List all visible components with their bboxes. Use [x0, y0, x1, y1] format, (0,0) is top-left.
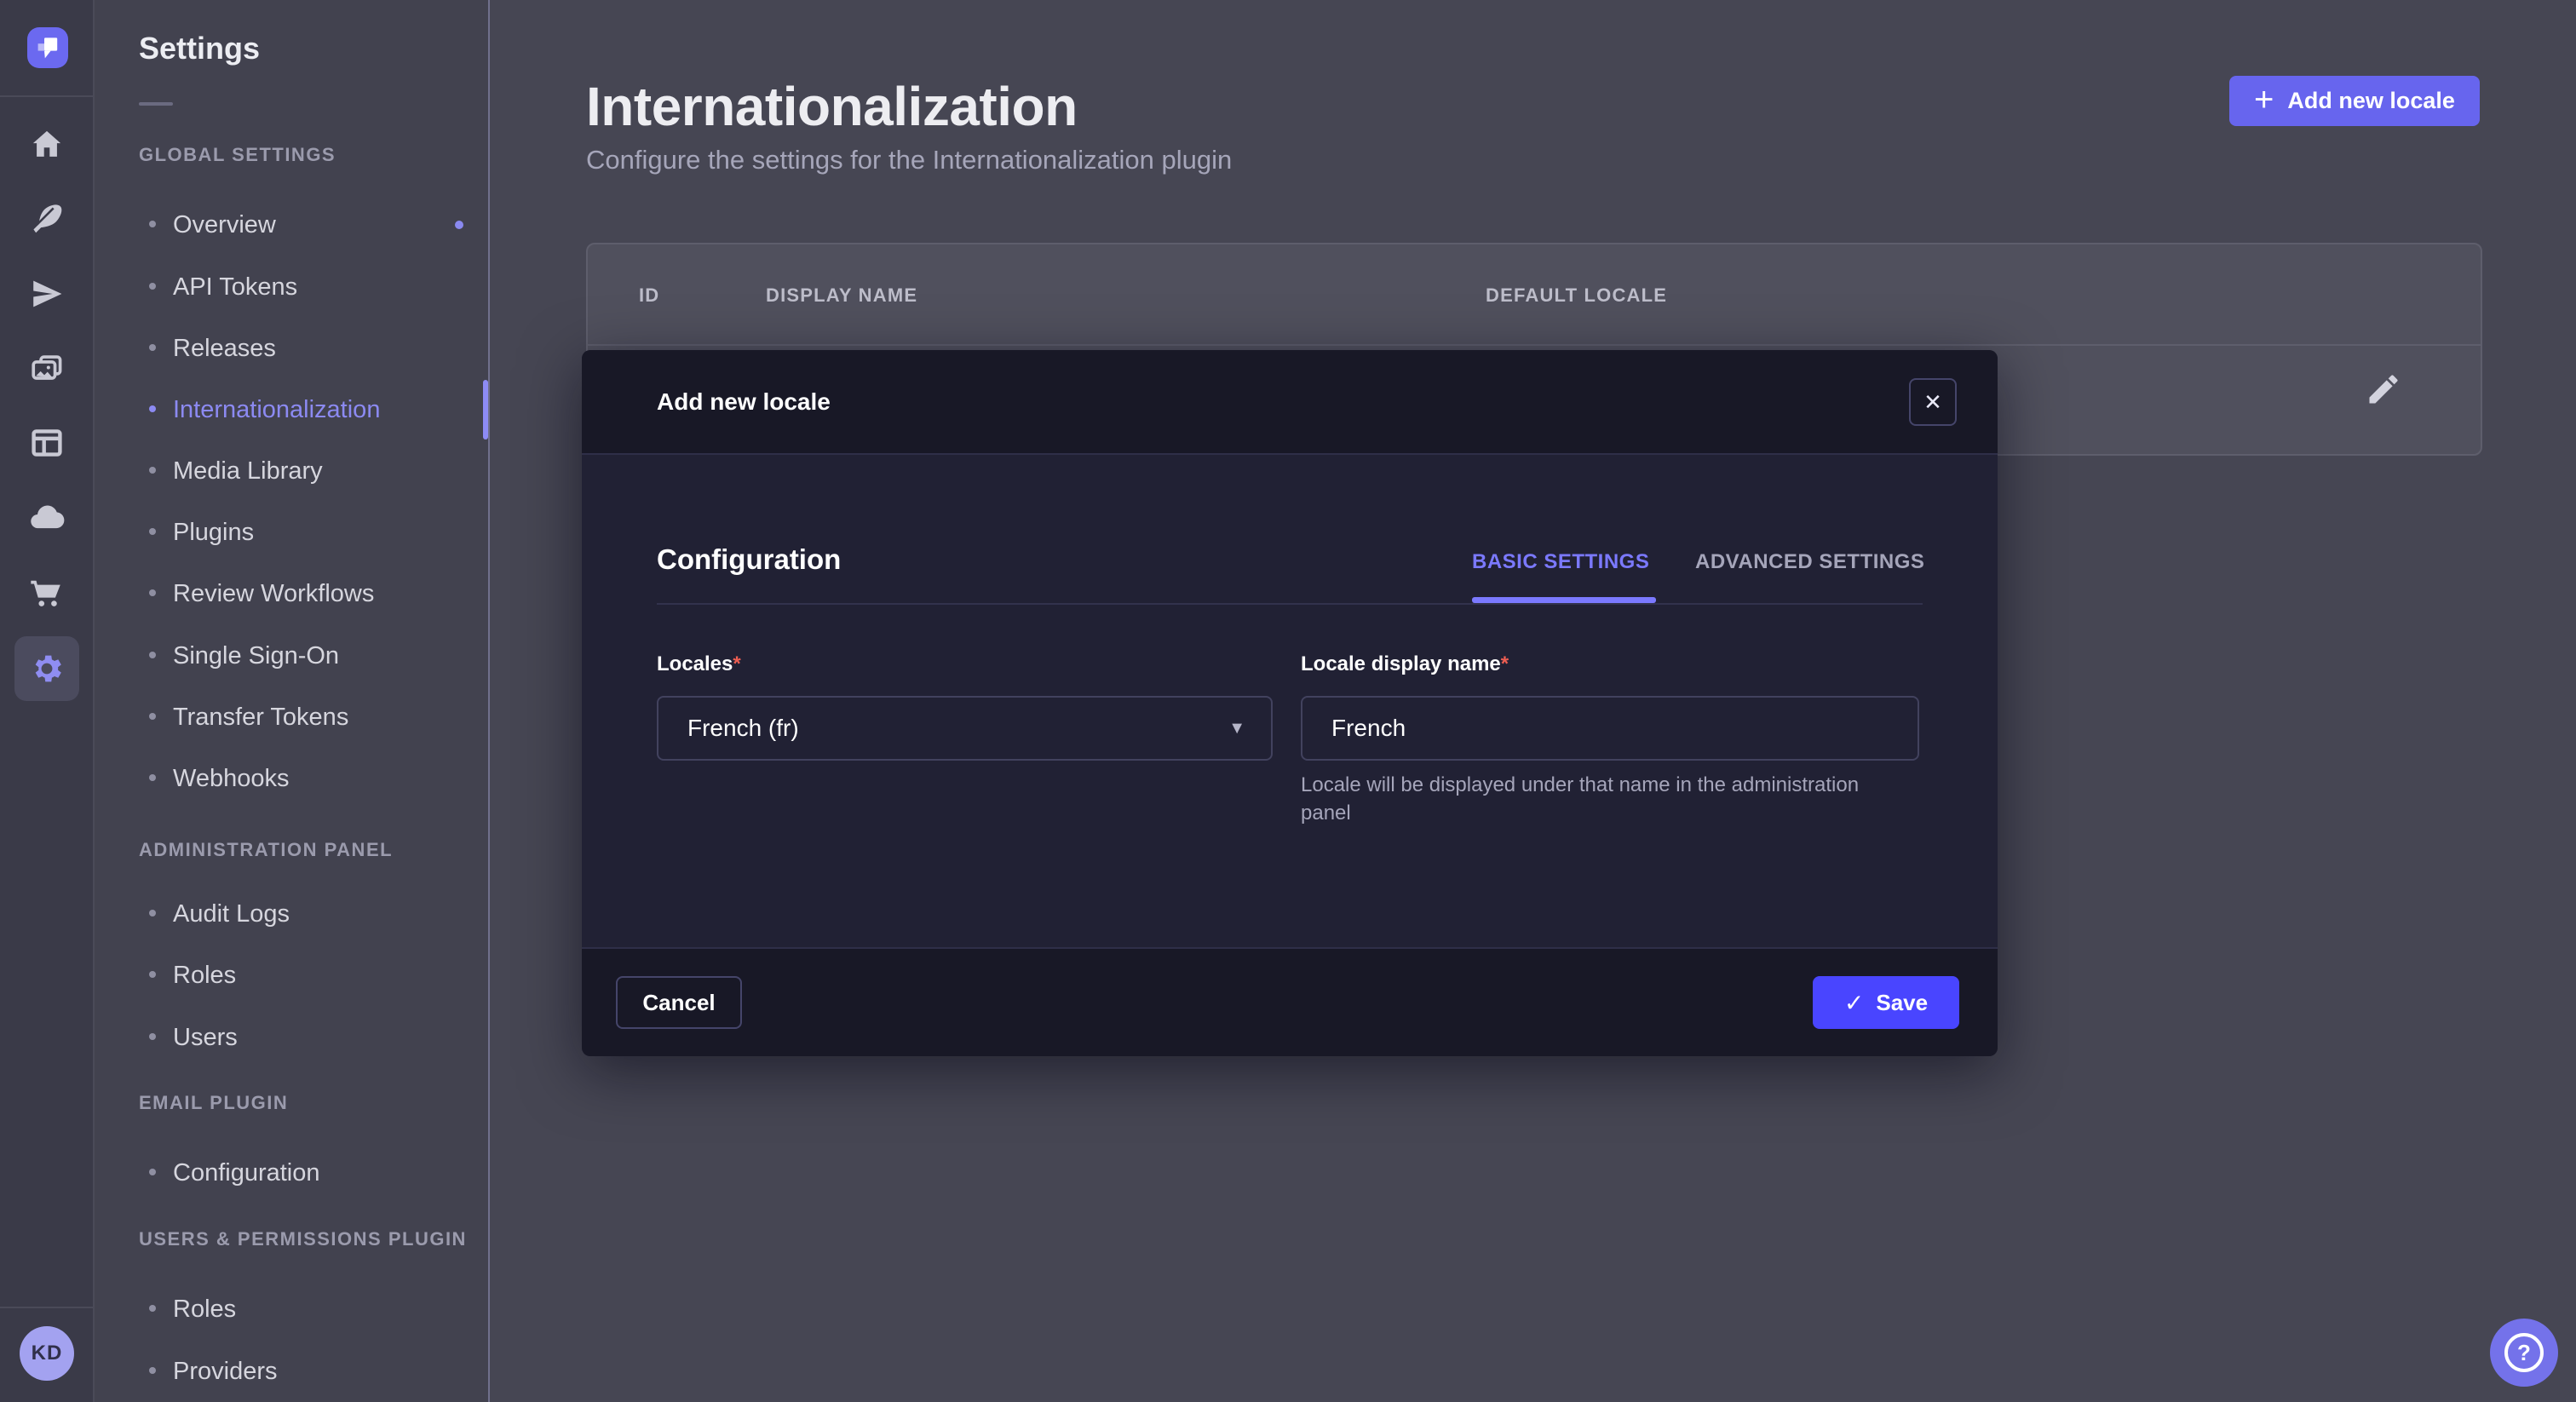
page-subtitle: Configure the settings for the Internati…: [586, 145, 1232, 175]
display-name-label: Locale display name*: [1301, 652, 1509, 676]
bullet-icon: [149, 589, 156, 596]
bullet-icon: [149, 1169, 156, 1175]
save-button[interactable]: ✓ Save: [1813, 976, 1959, 1029]
cloud-icon[interactable]: [28, 499, 66, 537]
locales-label: Locales*: [657, 652, 741, 676]
sidebar-item-review-workflows[interactable]: Review Workflows: [95, 578, 488, 609]
subnav-title-underline: [139, 102, 173, 106]
sidebar-item-overview[interactable]: Overview: [95, 210, 488, 240]
bullet-icon: [149, 344, 156, 351]
layout-icon[interactable]: [28, 424, 66, 462]
active-tab-underline: [1472, 597, 1656, 603]
bullet-icon: [149, 1033, 156, 1040]
bullet-icon: [149, 283, 156, 290]
strapi-logo[interactable]: [27, 27, 68, 68]
display-name-input[interactable]: [1302, 698, 1918, 759]
paper-plane-icon[interactable]: [28, 275, 66, 313]
bullet-icon: [149, 652, 156, 658]
sidebar-item-admin-roles[interactable]: Roles: [95, 960, 488, 991]
sidebar-item-users[interactable]: Users: [95, 1022, 488, 1053]
bullet-icon: [149, 405, 156, 412]
close-button[interactable]: ✕: [1909, 378, 1957, 426]
shopping-cart-icon[interactable]: [28, 573, 66, 611]
locales-select[interactable]: French (fr) ▼: [657, 696, 1273, 761]
gear-icon: [28, 650, 66, 687]
modal-body: Configuration BASIC SETTINGS ADVANCED SE…: [582, 455, 1998, 947]
section-administration-panel: ADMINISTRATION PANEL: [139, 839, 393, 865]
notification-dot: [455, 221, 463, 229]
display-name-field-box: [1301, 696, 1919, 761]
rail-divider: [0, 95, 93, 97]
modal-header: Add new locale ✕: [582, 350, 1998, 455]
selected-locale-value: French (fr): [687, 698, 799, 759]
tab-basic-settings[interactable]: BASIC SETTINGS: [1472, 550, 1649, 574]
sidebar-item-email-configuration[interactable]: Configuration: [95, 1158, 488, 1188]
modal-title: Add new locale: [657, 350, 831, 453]
settings-nav-active[interactable]: [14, 636, 79, 701]
subnav-title: Settings: [139, 31, 260, 66]
add-locale-modal: Add new locale ✕ Configuration BASIC SET…: [582, 350, 1998, 1056]
sidebar-item-single-sign-on[interactable]: Single Sign-On: [95, 641, 488, 671]
sidebar-item-audit-logs[interactable]: Audit Logs: [95, 899, 488, 929]
bullet-icon: [149, 910, 156, 916]
tabs-divider: [657, 603, 1923, 605]
table-header-divider: [588, 344, 2481, 346]
modal-footer: Cancel ✓ Save: [582, 947, 1998, 1056]
question-mark-icon: ?: [2504, 1333, 2544, 1372]
close-icon: ✕: [1923, 389, 1942, 416]
help-button[interactable]: ?: [2490, 1319, 2558, 1387]
home-icon[interactable]: [28, 126, 66, 164]
bullet-icon: [149, 467, 156, 474]
chevron-down-icon: ▼: [1228, 698, 1245, 759]
sidebar-item-releases[interactable]: Releases: [95, 333, 488, 364]
avatar-initials: KD: [32, 1342, 63, 1365]
bullet-icon: [149, 1305, 156, 1312]
bullet-icon: [149, 713, 156, 720]
sidebar-item-up-roles[interactable]: Roles: [95, 1294, 488, 1324]
column-header-id: ID: [639, 284, 659, 307]
cancel-button[interactable]: Cancel: [616, 976, 742, 1029]
tab-advanced-settings[interactable]: ADVANCED SETTINGS: [1695, 550, 1924, 574]
column-header-display-name: DISPLAY NAME: [766, 284, 917, 307]
edit-pencil-icon[interactable]: [2365, 371, 2402, 408]
strapi-logo-icon: [27, 27, 68, 68]
section-email-plugin: EMAIL PLUGIN: [139, 1092, 288, 1118]
section-global-settings: GLOBAL SETTINGS: [139, 144, 336, 170]
bullet-icon: [149, 528, 156, 535]
bullet-icon: [149, 971, 156, 978]
sidebar-item-internationalization[interactable]: Internationalization: [95, 394, 488, 425]
configuration-heading: Configuration: [657, 543, 841, 576]
rail-divider-bottom: [0, 1307, 93, 1308]
sidebar-item-providers[interactable]: Providers: [95, 1356, 488, 1387]
column-header-default-locale: DEFAULT LOCALE: [1486, 284, 1667, 307]
settings-subnav: Settings GLOBAL SETTINGS Overview API To…: [95, 0, 490, 1402]
section-users-permissions-plugin: USERS & PERMISSIONS PLUGIN: [139, 1228, 467, 1254]
sidebar-item-webhooks[interactable]: Webhooks: [95, 763, 488, 794]
add-new-locale-button[interactable]: + Add new locale: [2229, 76, 2480, 126]
bullet-icon: [149, 1367, 156, 1374]
avatar[interactable]: KD: [20, 1326, 74, 1381]
main-nav-rail: KD: [0, 0, 95, 1402]
page-title: Internationalization: [586, 75, 1078, 138]
active-item-indicator: [483, 380, 488, 440]
bullet-icon: [149, 774, 156, 781]
images-icon[interactable]: [28, 350, 66, 388]
required-asterisk: *: [733, 652, 740, 675]
required-asterisk: *: [1501, 652, 1509, 675]
sidebar-item-plugins[interactable]: Plugins: [95, 517, 488, 548]
plus-icon: +: [2254, 83, 2274, 117]
sidebar-item-transfer-tokens[interactable]: Transfer Tokens: [95, 702, 488, 733]
bullet-icon: [149, 221, 156, 227]
sidebar-item-api-tokens[interactable]: API Tokens: [95, 272, 488, 302]
feather-icon[interactable]: [28, 201, 66, 238]
sidebar-item-media-library[interactable]: Media Library: [95, 456, 488, 486]
check-icon: ✓: [1844, 989, 1864, 1017]
display-name-helper-text: Locale will be displayed under that name…: [1301, 771, 1907, 827]
